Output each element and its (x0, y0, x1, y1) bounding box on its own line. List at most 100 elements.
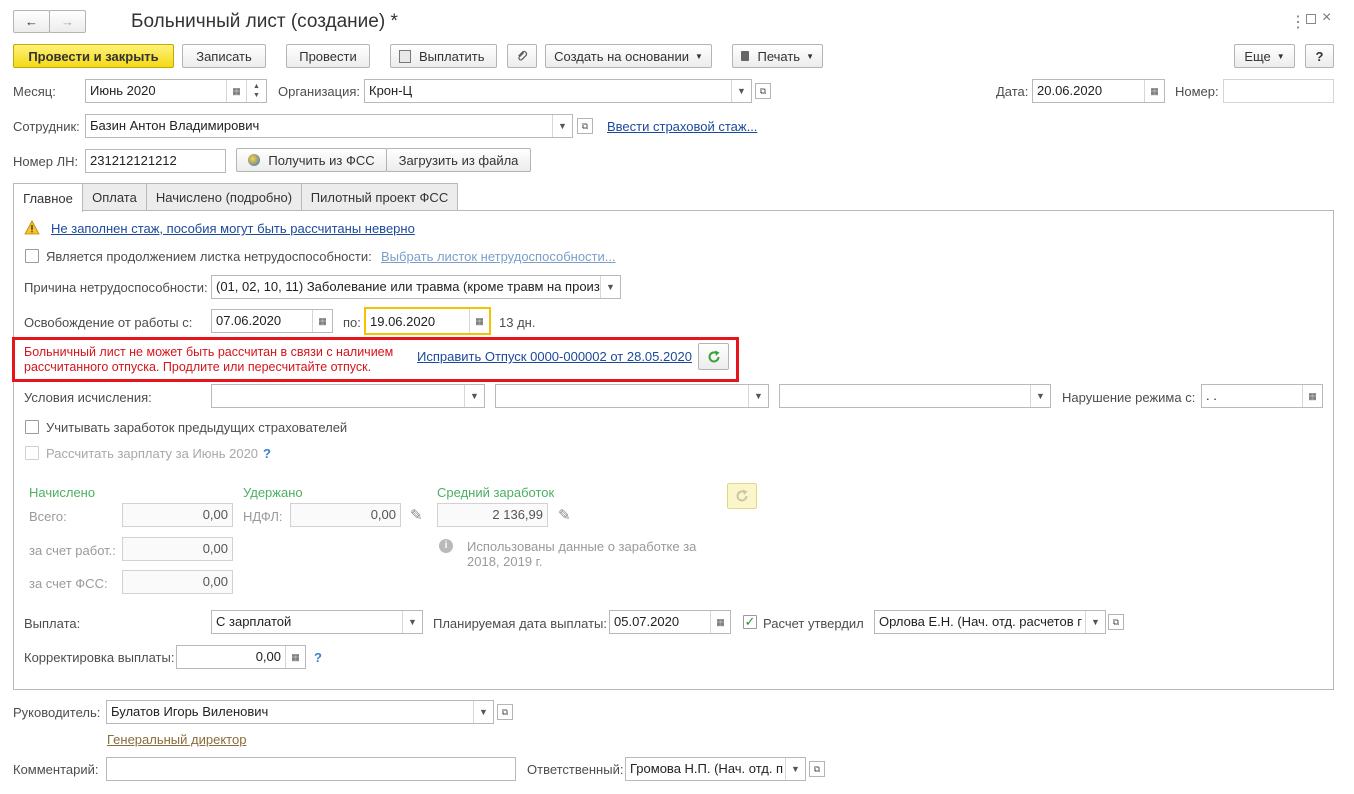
avg-earnings-heading: Средний заработок (437, 485, 555, 500)
open-responsible-icon[interactable]: ⧉ (809, 761, 825, 777)
continuation-checkbox[interactable] (25, 249, 39, 263)
print-button[interactable]: Печать ▼ (732, 44, 823, 68)
calendar-icon[interactable]: ▦ (710, 611, 730, 633)
condition-2-field[interactable]: ▼ (495, 384, 769, 408)
manager-value: Булатов Игорь Виленович (111, 704, 269, 719)
month-spin[interactable]: ▲ ▼ (246, 80, 266, 102)
create-based-button[interactable]: Создать на основании ▼ (545, 44, 712, 68)
recalc-button[interactable] (727, 483, 757, 509)
dropdown-arrow-icon: ▼ (1276, 51, 1285, 61)
payment-field[interactable]: С зарплатой ▼ (211, 610, 423, 634)
approved-field[interactable]: Орлова Е.Н. (Нач. отд. расчетов г ▼ (874, 610, 1106, 634)
experience-warning-link[interactable]: Не заполнен стаж, пособия могут быть рас… (51, 221, 415, 236)
attach-button[interactable] (507, 44, 537, 68)
open-approver-icon[interactable]: ⧉ (1108, 614, 1124, 630)
help-button[interactable]: ? (1305, 44, 1334, 68)
fix-vacation-link[interactable]: Исправить Отпуск 0000-000002 от 28.05.20… (417, 349, 692, 364)
calendar-icon[interactable]: ▦ (1144, 80, 1164, 102)
org-value: Крон-Ц (369, 83, 413, 98)
fss-field: 0,00 (122, 570, 233, 594)
calc-salary-help[interactable]: ? (263, 446, 271, 462)
refresh-button[interactable] (698, 343, 729, 370)
open-employee-icon[interactable]: ⧉ (577, 118, 593, 134)
tab-accrued-details[interactable]: Начислено (подробно) (146, 183, 302, 211)
tab-fss-pilot[interactable]: Пилотный проект ФСС (301, 183, 458, 211)
dropdown-arrow-icon[interactable]: ▼ (402, 611, 422, 633)
back-button[interactable]: ← (13, 10, 50, 33)
choose-sheet-link[interactable]: Выбрать листок нетрудоспособности... (381, 249, 616, 264)
date-field[interactable]: 20.06.2020 ▦ (1032, 79, 1165, 103)
restore-icon[interactable] (1306, 14, 1316, 24)
total-field: 0,00 (122, 503, 233, 527)
comment-field[interactable] (106, 757, 516, 781)
error-line-2: рассчитанного отпуска. Продлите или пере… (24, 360, 372, 374)
planned-date-field[interactable]: 05.07.2020 ▦ (609, 610, 731, 634)
release-from-field[interactable]: 07.06.2020 ▦ (211, 309, 333, 333)
ln-field[interactable]: 231212121212 (85, 149, 226, 173)
open-org-icon[interactable]: ⧉ (755, 83, 771, 99)
dropdown-arrow-icon[interactable]: ▼ (552, 115, 572, 137)
dropdown-arrow-icon[interactable]: ▼ (731, 80, 751, 102)
reason-label: Причина нетрудоспособности: (24, 280, 208, 295)
correction-label: Корректировка выплаты: (24, 650, 175, 665)
calendar-icon[interactable]: ▦ (1302, 385, 1322, 407)
dropdown-arrow-icon[interactable]: ▼ (473, 701, 493, 723)
employee-field[interactable]: Базин Антон Владимирович ▼ (85, 114, 573, 138)
load-from-file-button[interactable]: Загрузить из файла (386, 148, 531, 172)
correction-field[interactable]: 0,00 ▦ (176, 645, 306, 669)
date-value: 20.06.2020 (1037, 83, 1103, 98)
get-from-fss-label: Получить из ФСС (268, 152, 375, 168)
edit-avg-icon[interactable]: ✎ (558, 506, 571, 524)
prev-insurers-checkbox[interactable] (25, 420, 39, 434)
org-label: Организация: (278, 84, 361, 99)
number-field[interactable] (1223, 79, 1334, 103)
reason-field[interactable]: (01, 02, 10, 11) Заболевание или травма … (211, 275, 621, 299)
dropdown-arrow-icon[interactable]: ▼ (748, 385, 768, 407)
employer-label: за счет работ.: (29, 543, 116, 558)
more-vert-icon[interactable]: ⋮ (1290, 12, 1306, 32)
responsible-field[interactable]: Громова Н.П. (Нач. отд. п ▼ (625, 757, 806, 781)
printer-icon (741, 51, 750, 61)
dropdown-arrow-icon[interactable]: ▼ (1085, 611, 1105, 633)
dropdown-arrow-icon[interactable]: ▼ (1030, 385, 1050, 407)
forward-button[interactable]: → (49, 10, 86, 33)
calendar-icon[interactable]: ▦ (312, 310, 332, 332)
reason-value: (01, 02, 10, 11) Заболевание или травма … (216, 279, 607, 294)
dropdown-arrow-icon[interactable]: ▼ (464, 385, 484, 407)
condition-3-field[interactable]: ▼ (779, 384, 1051, 408)
manager-position-link[interactable]: Генеральный директор (107, 732, 246, 747)
violation-date-field[interactable]: . . ▦ (1201, 384, 1323, 408)
approved-value: Орлова Е.Н. (Нач. отд. расчетов г (879, 614, 1082, 629)
correction-help[interactable]: ? (314, 650, 322, 666)
close-icon[interactable]: × (1322, 9, 1331, 27)
open-manager-icon[interactable]: ⧉ (497, 704, 513, 720)
more-label: Еще (1244, 48, 1271, 64)
tab-main[interactable]: Главное (13, 183, 83, 212)
post-and-close-button[interactable]: Провести и закрыть (13, 44, 174, 68)
month-field[interactable]: Июнь 2020 ▦ ▲ ▼ (85, 79, 267, 103)
release-to-field[interactable]: 19.06.2020 ▦ (364, 307, 491, 335)
post-button[interactable]: Провести (286, 44, 370, 68)
dropdown-arrow-icon[interactable]: ▼ (600, 276, 620, 298)
dropdown-arrow-icon[interactable]: ▼ (785, 758, 805, 780)
pay-button[interactable]: Выплатить (390, 44, 497, 68)
insurance-experience-link[interactable]: Ввести страховой стаж... (607, 119, 757, 134)
used-data-text: Использованы данные о заработке за 2018,… (467, 539, 696, 569)
edit-ndfl-icon[interactable]: ✎ (410, 506, 423, 524)
calendar-icon[interactable]: ▦ (469, 309, 489, 333)
manager-field[interactable]: Булатов Игорь Виленович ▼ (106, 700, 494, 724)
save-button[interactable]: Записать (182, 44, 266, 68)
condition-1-field[interactable]: ▼ (211, 384, 485, 408)
calculator-icon[interactable]: ▦ (285, 646, 305, 668)
get-from-fss-button[interactable]: Получить из ФСС (236, 148, 387, 172)
fss-icon (248, 154, 261, 166)
prev-insurers-label: Учитывать заработок предыдущих страховат… (46, 420, 348, 435)
ndfl-field: 0,00 (290, 503, 401, 527)
approved-checkbox[interactable]: ✓ (743, 615, 757, 629)
tab-payment[interactable]: Оплата (82, 183, 147, 211)
calc-salary-checkbox[interactable] (25, 446, 39, 460)
org-field[interactable]: Крон-Ц ▼ (364, 79, 752, 103)
avg-earnings-field: 2 136,99 (437, 503, 548, 527)
calendar-icon[interactable]: ▦ (226, 80, 246, 102)
more-button[interactable]: Еще ▼ (1234, 44, 1295, 68)
